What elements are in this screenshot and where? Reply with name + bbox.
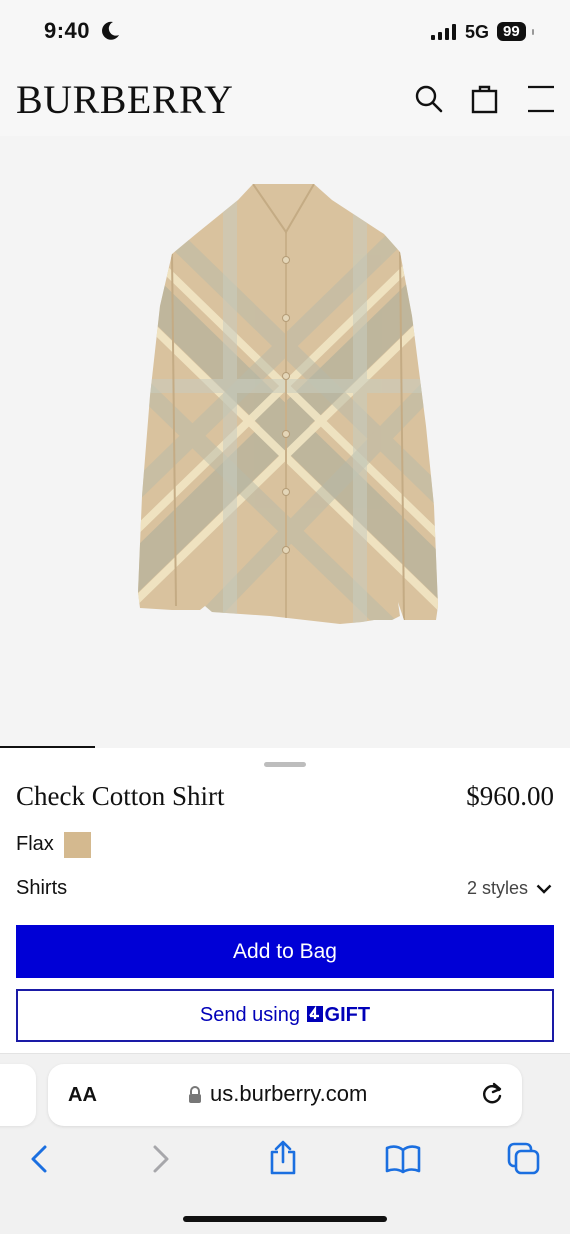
previous-tab-card[interactable]	[0, 1064, 36, 1126]
burberry-logo[interactable]: BURBERRY	[16, 78, 233, 122]
product-price: $960.00	[466, 781, 554, 811]
battery-icon: 99	[497, 22, 526, 41]
add-to-bag-button[interactable]: Add to Bag	[16, 925, 554, 978]
bookmarks-icon[interactable]	[385, 1144, 421, 1174]
home-indicator	[183, 1216, 387, 1222]
color-name: Flax	[16, 833, 54, 855]
site-header: BURBERRY	[0, 64, 570, 136]
menu-icon[interactable]	[527, 84, 555, 114]
network-type: 5G	[465, 22, 490, 42]
send-gift-button[interactable]: Send using GIFT	[16, 989, 554, 1042]
styles-label: 2 styles	[466, 878, 528, 898]
styles-dropdown[interactable]: 2 styles	[467, 878, 552, 899]
forward-icon[interactable]	[150, 1144, 172, 1174]
address-bar[interactable]: AA us.burberry.com	[48, 1064, 522, 1126]
gift-brand: GIFT	[324, 1004, 371, 1026]
search-icon[interactable]	[414, 84, 444, 114]
shopping-bag-icon[interactable]	[471, 84, 499, 114]
product-name: Check Cotton Shirt	[16, 781, 225, 811]
battery-cap	[532, 29, 534, 35]
tabs-icon[interactable]	[507, 1142, 541, 1176]
signal-icon	[431, 24, 456, 40]
product-category: Shirts	[16, 877, 68, 899]
gift-logo-icon	[306, 1005, 323, 1022]
chevron-down-icon	[536, 884, 552, 894]
lock-icon	[189, 1086, 201, 1103]
sheet-drag-handle[interactable]	[264, 762, 306, 767]
url-text[interactable]: us.burberry.com	[210, 1081, 367, 1107]
text-size-button[interactable]: AA	[68, 1084, 97, 1107]
product-info-panel: Check Cotton Shirt $960.00 Flax Shirts 2…	[0, 748, 570, 1053]
send-gift-label: Send using	[199, 1004, 306, 1026]
browser-bottom-bar: AA us.burberry.com	[0, 1053, 570, 1234]
share-icon[interactable]	[268, 1140, 298, 1176]
shirt-image	[138, 184, 438, 624]
status-time: 9:40	[44, 18, 91, 43]
status-bar: 9:40 5G 99	[0, 0, 570, 64]
product-image[interactable]	[0, 136, 570, 748]
moon-icon	[102, 21, 119, 40]
color-swatch[interactable]	[64, 832, 91, 858]
reload-icon[interactable]	[480, 1081, 504, 1107]
back-icon[interactable]	[28, 1144, 50, 1174]
